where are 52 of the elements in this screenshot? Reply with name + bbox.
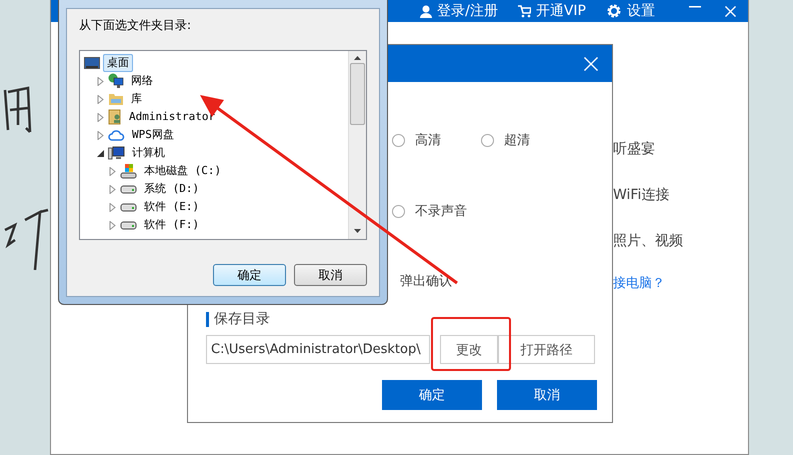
tree-item[interactable]: 系统 (D:) xyxy=(140,180,204,198)
drive-icon xyxy=(120,220,137,230)
tree-item[interactable]: 本地磁盘 (C:) xyxy=(140,162,226,180)
radio-button[interactable] xyxy=(392,134,405,146)
feature-text: 听盛宴 xyxy=(613,140,656,158)
tree-item[interactable]: WPS网盘 xyxy=(128,126,178,144)
cloud-icon xyxy=(108,128,125,142)
vip-link[interactable]: 开通VIP xyxy=(536,3,586,19)
tree-item[interactable]: 计算机 xyxy=(128,144,169,162)
login-link[interactable]: 登录/注册 xyxy=(437,3,498,19)
radio-label: 高清 xyxy=(415,132,441,149)
close-icon[interactable] xyxy=(725,6,736,16)
drive-icon xyxy=(120,202,137,212)
computer-icon xyxy=(108,146,125,160)
desktop-icon xyxy=(84,56,100,70)
minimize-icon[interactable] xyxy=(689,6,701,8)
prompt-text: 从下面选文件夹目录: xyxy=(79,17,192,34)
path-field[interactable]: C:\Users\Administrator\Desktop\ xyxy=(206,335,430,364)
settings-link[interactable]: 设置 xyxy=(627,3,655,19)
tree-item[interactable]: 软件 (E:) xyxy=(140,198,204,216)
feature-text: WiFi连接 xyxy=(613,186,670,204)
cart-icon xyxy=(518,4,531,18)
user-folder-icon xyxy=(108,109,122,125)
scroll-down-icon[interactable] xyxy=(354,229,361,233)
radio-button[interactable] xyxy=(481,134,494,146)
network-icon xyxy=(108,73,124,89)
scrollbar[interactable] xyxy=(348,51,366,239)
tree-item[interactable]: 库 xyxy=(127,90,146,108)
tree-item[interactable]: 软件 (F:) xyxy=(140,216,204,234)
cancel-button[interactable]: 取消 xyxy=(497,380,597,410)
help-link[interactable]: 接电脑？ xyxy=(613,274,683,292)
scroll-up-icon[interactable] xyxy=(354,56,361,60)
close-icon[interactable] xyxy=(584,56,598,70)
tree-item[interactable]: 网络 xyxy=(127,72,157,90)
settings-icon xyxy=(606,3,622,19)
radio-label: 超清 xyxy=(504,132,530,149)
drive-icon xyxy=(120,184,137,194)
drive-icon xyxy=(120,164,137,178)
user-icon xyxy=(420,4,432,18)
folder-icon xyxy=(108,92,124,106)
change-button[interactable]: 更改 xyxy=(440,335,498,364)
tree-item[interactable]: 桌面 xyxy=(103,54,133,72)
section-title: 保存目录 xyxy=(206,312,612,327)
cancel-button[interactable]: 取消 xyxy=(294,264,367,286)
ok-button[interactable]: 确定 xyxy=(382,380,482,410)
radio-button[interactable] xyxy=(392,204,405,218)
feature-text: 照片、视频 xyxy=(613,232,683,250)
expander-icon[interactable] xyxy=(96,148,105,158)
tree-item[interactable]: Administrator xyxy=(125,108,220,126)
radio-label: 不录声音 xyxy=(415,203,467,220)
open-path-button[interactable]: 打开路径 xyxy=(498,335,595,364)
ok-button[interactable]: 确定 xyxy=(213,264,286,286)
